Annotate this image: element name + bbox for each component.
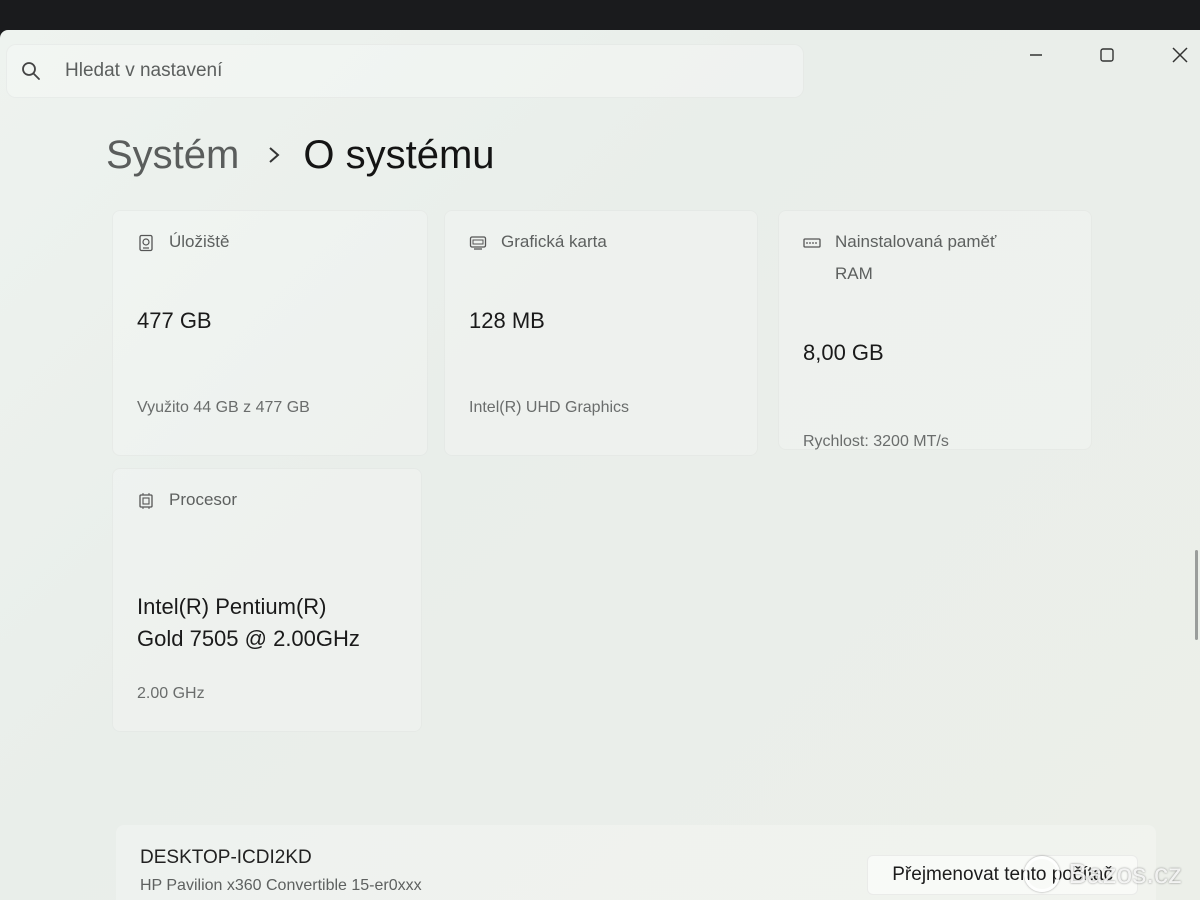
settings-window: Hledat v nastavení Systém O systému Úlož… xyxy=(0,30,1200,900)
memory-label-line2: RAM xyxy=(835,264,873,283)
watermark-text: Bazos.cz xyxy=(1068,858,1182,889)
search-box[interactable]: Hledat v nastavení xyxy=(6,44,804,98)
page-title: O systému xyxy=(303,132,495,177)
storage-label: Úložiště xyxy=(169,232,230,251)
device-name: DESKTOP-ICDI2KD xyxy=(140,847,312,868)
close-button[interactable] xyxy=(1156,40,1200,74)
minimize-button[interactable] xyxy=(1012,40,1060,74)
maximize-button[interactable] xyxy=(1083,40,1131,74)
device-model: HP Pavilion x360 Convertible 15-er0xxx xyxy=(140,877,422,894)
graphics-card-icon xyxy=(469,234,487,252)
memory-icon xyxy=(803,234,821,252)
memory-card: Nainstalovaná paměť RAM 8,00 GB Rychlost… xyxy=(778,210,1092,450)
processor-label: Procesor xyxy=(169,490,238,509)
storage-value: 477 GB xyxy=(137,308,212,333)
processor-detail: 2.00 GHz xyxy=(137,685,205,702)
graphics-detail: Intel(R) UHD Graphics xyxy=(469,399,630,416)
processor-value-line2: Gold 7505 @ 2.00GHz xyxy=(137,626,360,651)
search-icon xyxy=(11,45,51,97)
processor-card: Procesor Intel(R) Pentium(R) Gold 7505 @… xyxy=(112,468,422,732)
breadcrumb: Systém O systému xyxy=(106,130,495,180)
memory-detail: Rychlost: 3200 MT/s xyxy=(803,433,949,450)
watermark: Bazos.cz xyxy=(1024,856,1182,892)
search-input[interactable]: Hledat v nastavení xyxy=(65,60,222,82)
memory-value: 8,00 GB xyxy=(803,340,884,365)
graphics-value: 128 MB xyxy=(469,308,545,333)
processor-value-line1: Intel(R) Pentium(R) xyxy=(137,594,327,619)
processor-icon xyxy=(137,492,155,510)
breadcrumb-parent-link[interactable]: Systém xyxy=(106,133,239,178)
storage-card: Úložiště 477 GB Využito 44 GB z 477 GB xyxy=(112,210,428,456)
device-name-row: DESKTOP-ICDI2KD HP Pavilion x360 Convert… xyxy=(116,825,1156,900)
graphics-label: Grafická karta xyxy=(501,232,607,251)
memory-label-line1: Nainstalovaná paměť xyxy=(835,232,997,251)
close-icon xyxy=(1171,46,1189,69)
processor-value: Intel(R) Pentium(R) Gold 7505 @ 2.00GHz xyxy=(137,591,360,655)
memory-label: Nainstalovaná paměť RAM xyxy=(835,226,996,290)
chevron-right-icon xyxy=(267,144,281,166)
minimize-icon xyxy=(1028,47,1044,68)
storage-icon xyxy=(137,234,155,252)
maximize-icon xyxy=(1099,47,1115,68)
graphics-card: Grafická karta 128 MB Intel(R) UHD Graph… xyxy=(444,210,758,456)
watermark-logo-icon xyxy=(1024,856,1061,892)
scrollbar[interactable] xyxy=(1195,550,1198,640)
storage-detail: Využito 44 GB z 477 GB xyxy=(137,399,310,416)
